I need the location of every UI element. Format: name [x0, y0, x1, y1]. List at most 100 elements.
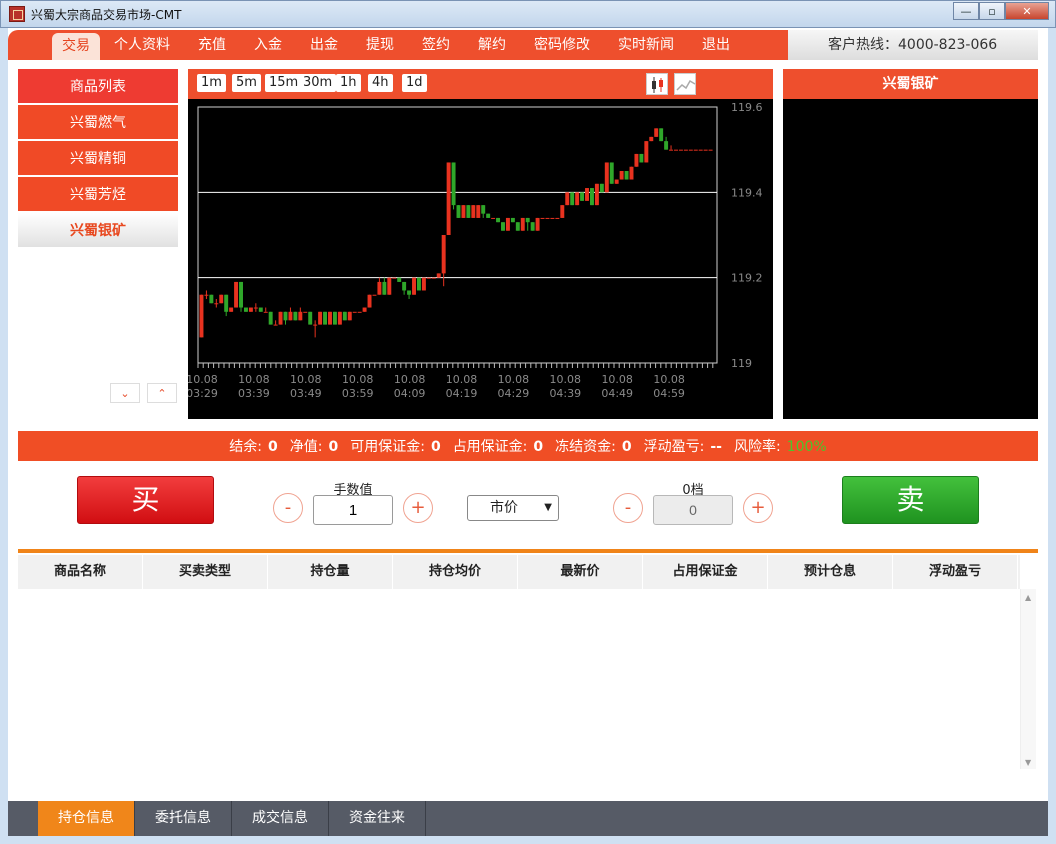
line-chart-icon[interactable] — [674, 73, 696, 95]
candle-body — [461, 205, 466, 218]
product-scroll-up-button[interactable]: ⌃ — [147, 383, 177, 403]
positions-scrollbar[interactable]: ▲ ▼ — [1020, 589, 1036, 769]
hotline-label: 客户热线： — [828, 37, 898, 53]
candle-body — [669, 149, 674, 151]
candle-body — [683, 149, 688, 151]
product-item[interactable]: 兴蜀银矿 — [18, 213, 178, 249]
maximize-button[interactable]: ▫ — [979, 2, 1005, 20]
account-field-label: 可用保证金: — [350, 439, 425, 455]
order-type-select[interactable]: 市价 ▼ — [467, 495, 559, 521]
candle-body — [505, 217, 510, 231]
y-tick-label: 119.6 — [731, 101, 763, 114]
candle-body — [313, 324, 318, 326]
candle-body — [199, 294, 204, 338]
nav-item-5[interactable]: 提现 — [352, 30, 408, 60]
price-decrease-button[interactable]: - — [613, 493, 643, 523]
nav-item-8[interactable]: 密码修改 — [520, 30, 604, 60]
timeframe-1d[interactable]: 1d — [402, 74, 427, 92]
column-header[interactable]: 最新价 — [518, 555, 643, 589]
candlestick-chart[interactable]: 119.6119.4119.211910.0803:2910.0803:3910… — [188, 99, 773, 419]
nav-item-4[interactable]: 出金 — [296, 30, 352, 60]
sell-button[interactable]: 卖 — [842, 476, 979, 524]
column-header[interactable]: 持仓均价 — [393, 555, 518, 589]
candle-body — [426, 277, 431, 279]
account-field: 可用保证金: 0 — [350, 436, 440, 456]
candle-body — [535, 217, 540, 231]
timeframe-15m[interactable]: 15m — [265, 74, 303, 92]
column-header[interactable]: 商品名称 — [18, 555, 143, 589]
candle-body — [224, 294, 229, 312]
nav-item-3[interactable]: 入金 — [240, 30, 296, 60]
candle-body — [362, 307, 367, 312]
scroll-down-icon[interactable]: ▼ — [1025, 758, 1031, 767]
nav-item-6[interactable]: 签约 — [408, 30, 464, 60]
candle-body — [412, 277, 416, 295]
candle-body — [624, 171, 629, 180]
candle-body — [501, 222, 505, 231]
candle-body — [234, 281, 239, 308]
scroll-up-icon[interactable]: ▲ — [1025, 593, 1031, 602]
candle-body — [560, 205, 565, 218]
candle-body — [510, 217, 515, 223]
candle-body — [337, 311, 342, 325]
candle-body — [441, 235, 446, 274]
candlestick-icon[interactable] — [646, 73, 668, 95]
x-tick-date: 10.08 — [653, 373, 685, 386]
nav-item-9[interactable]: 实时新闻 — [604, 30, 688, 60]
x-tick-time: 03:39 — [238, 387, 270, 400]
product-item[interactable]: 兴蜀精铜 — [18, 141, 178, 177]
chart-toolbar: 1m 5m 15m 30m 1h 4h 1d — [188, 69, 773, 99]
timeframe-4h[interactable]: 4h — [368, 74, 393, 92]
chevron-up-icon: ⌃ — [157, 386, 167, 400]
nav-item-7[interactable]: 解约 — [464, 30, 520, 60]
close-button[interactable]: ✕ — [1005, 2, 1049, 20]
buy-button[interactable]: 买 — [77, 476, 214, 524]
product-item[interactable]: 兴蜀燃气 — [18, 105, 178, 141]
column-header[interactable]: 预计仓息 — [768, 555, 893, 589]
timeframe-1m[interactable]: 1m — [197, 74, 226, 92]
nav-item-0[interactable]: 交易 — [52, 33, 100, 60]
x-tick-time: 04:39 — [549, 387, 581, 400]
bottom-tab-2[interactable]: 成交信息 — [232, 801, 329, 836]
timeframe-30m[interactable]: 30m — [299, 74, 337, 92]
quantity-input[interactable] — [313, 495, 393, 525]
candle-body — [357, 311, 362, 313]
product-detail-title: 兴蜀银矿 — [783, 69, 1038, 99]
quantity-decrease-button[interactable]: - — [273, 493, 303, 523]
candle-body — [273, 324, 278, 326]
account-field-value: -- — [710, 439, 722, 455]
column-header[interactable]: 持仓量 — [268, 555, 393, 589]
minimize-button[interactable]: — — [953, 2, 979, 20]
timeframe-5m[interactable]: 5m — [232, 74, 261, 92]
column-header[interactable]: 占用保证金 — [643, 555, 768, 589]
candle-body — [288, 311, 293, 321]
product-item[interactable]: 兴蜀芳烃 — [18, 177, 178, 213]
candle-body — [659, 128, 664, 142]
candle-body — [698, 149, 703, 151]
candle-body — [298, 311, 303, 321]
column-header[interactable]: 浮动盈亏 — [893, 555, 1018, 589]
bottom-tab-0[interactable]: 持仓信息 — [38, 801, 135, 836]
account-field-value: 100% — [786, 439, 827, 455]
candle-body — [332, 311, 337, 325]
candle-body — [520, 217, 525, 231]
column-header[interactable]: 买卖类型 — [143, 555, 268, 589]
account-field: 结余: 0 — [229, 436, 277, 456]
candle-body — [550, 217, 555, 219]
bottom-tab-3[interactable]: 资金往来 — [329, 801, 426, 836]
price-increase-button[interactable]: + — [743, 493, 773, 523]
quantity-increase-button[interactable]: + — [403, 493, 433, 523]
candle-body — [614, 179, 619, 184]
nav-item-10[interactable]: 退出 — [688, 30, 744, 60]
price-level-input[interactable] — [653, 495, 733, 525]
x-tick-time: 04:59 — [653, 387, 685, 400]
nav-item-2[interactable]: 充值 — [184, 30, 240, 60]
bottom-tab-1[interactable]: 委托信息 — [135, 801, 232, 836]
candle-body — [708, 149, 713, 151]
candle-body — [342, 311, 347, 321]
timeframe-1h[interactable]: 1h — [336, 74, 361, 92]
candle-body — [283, 311, 288, 321]
nav-item-1[interactable]: 个人资料 — [100, 30, 184, 60]
candle-body — [466, 205, 471, 218]
product-scroll-down-button[interactable]: ⌄ — [110, 383, 140, 403]
